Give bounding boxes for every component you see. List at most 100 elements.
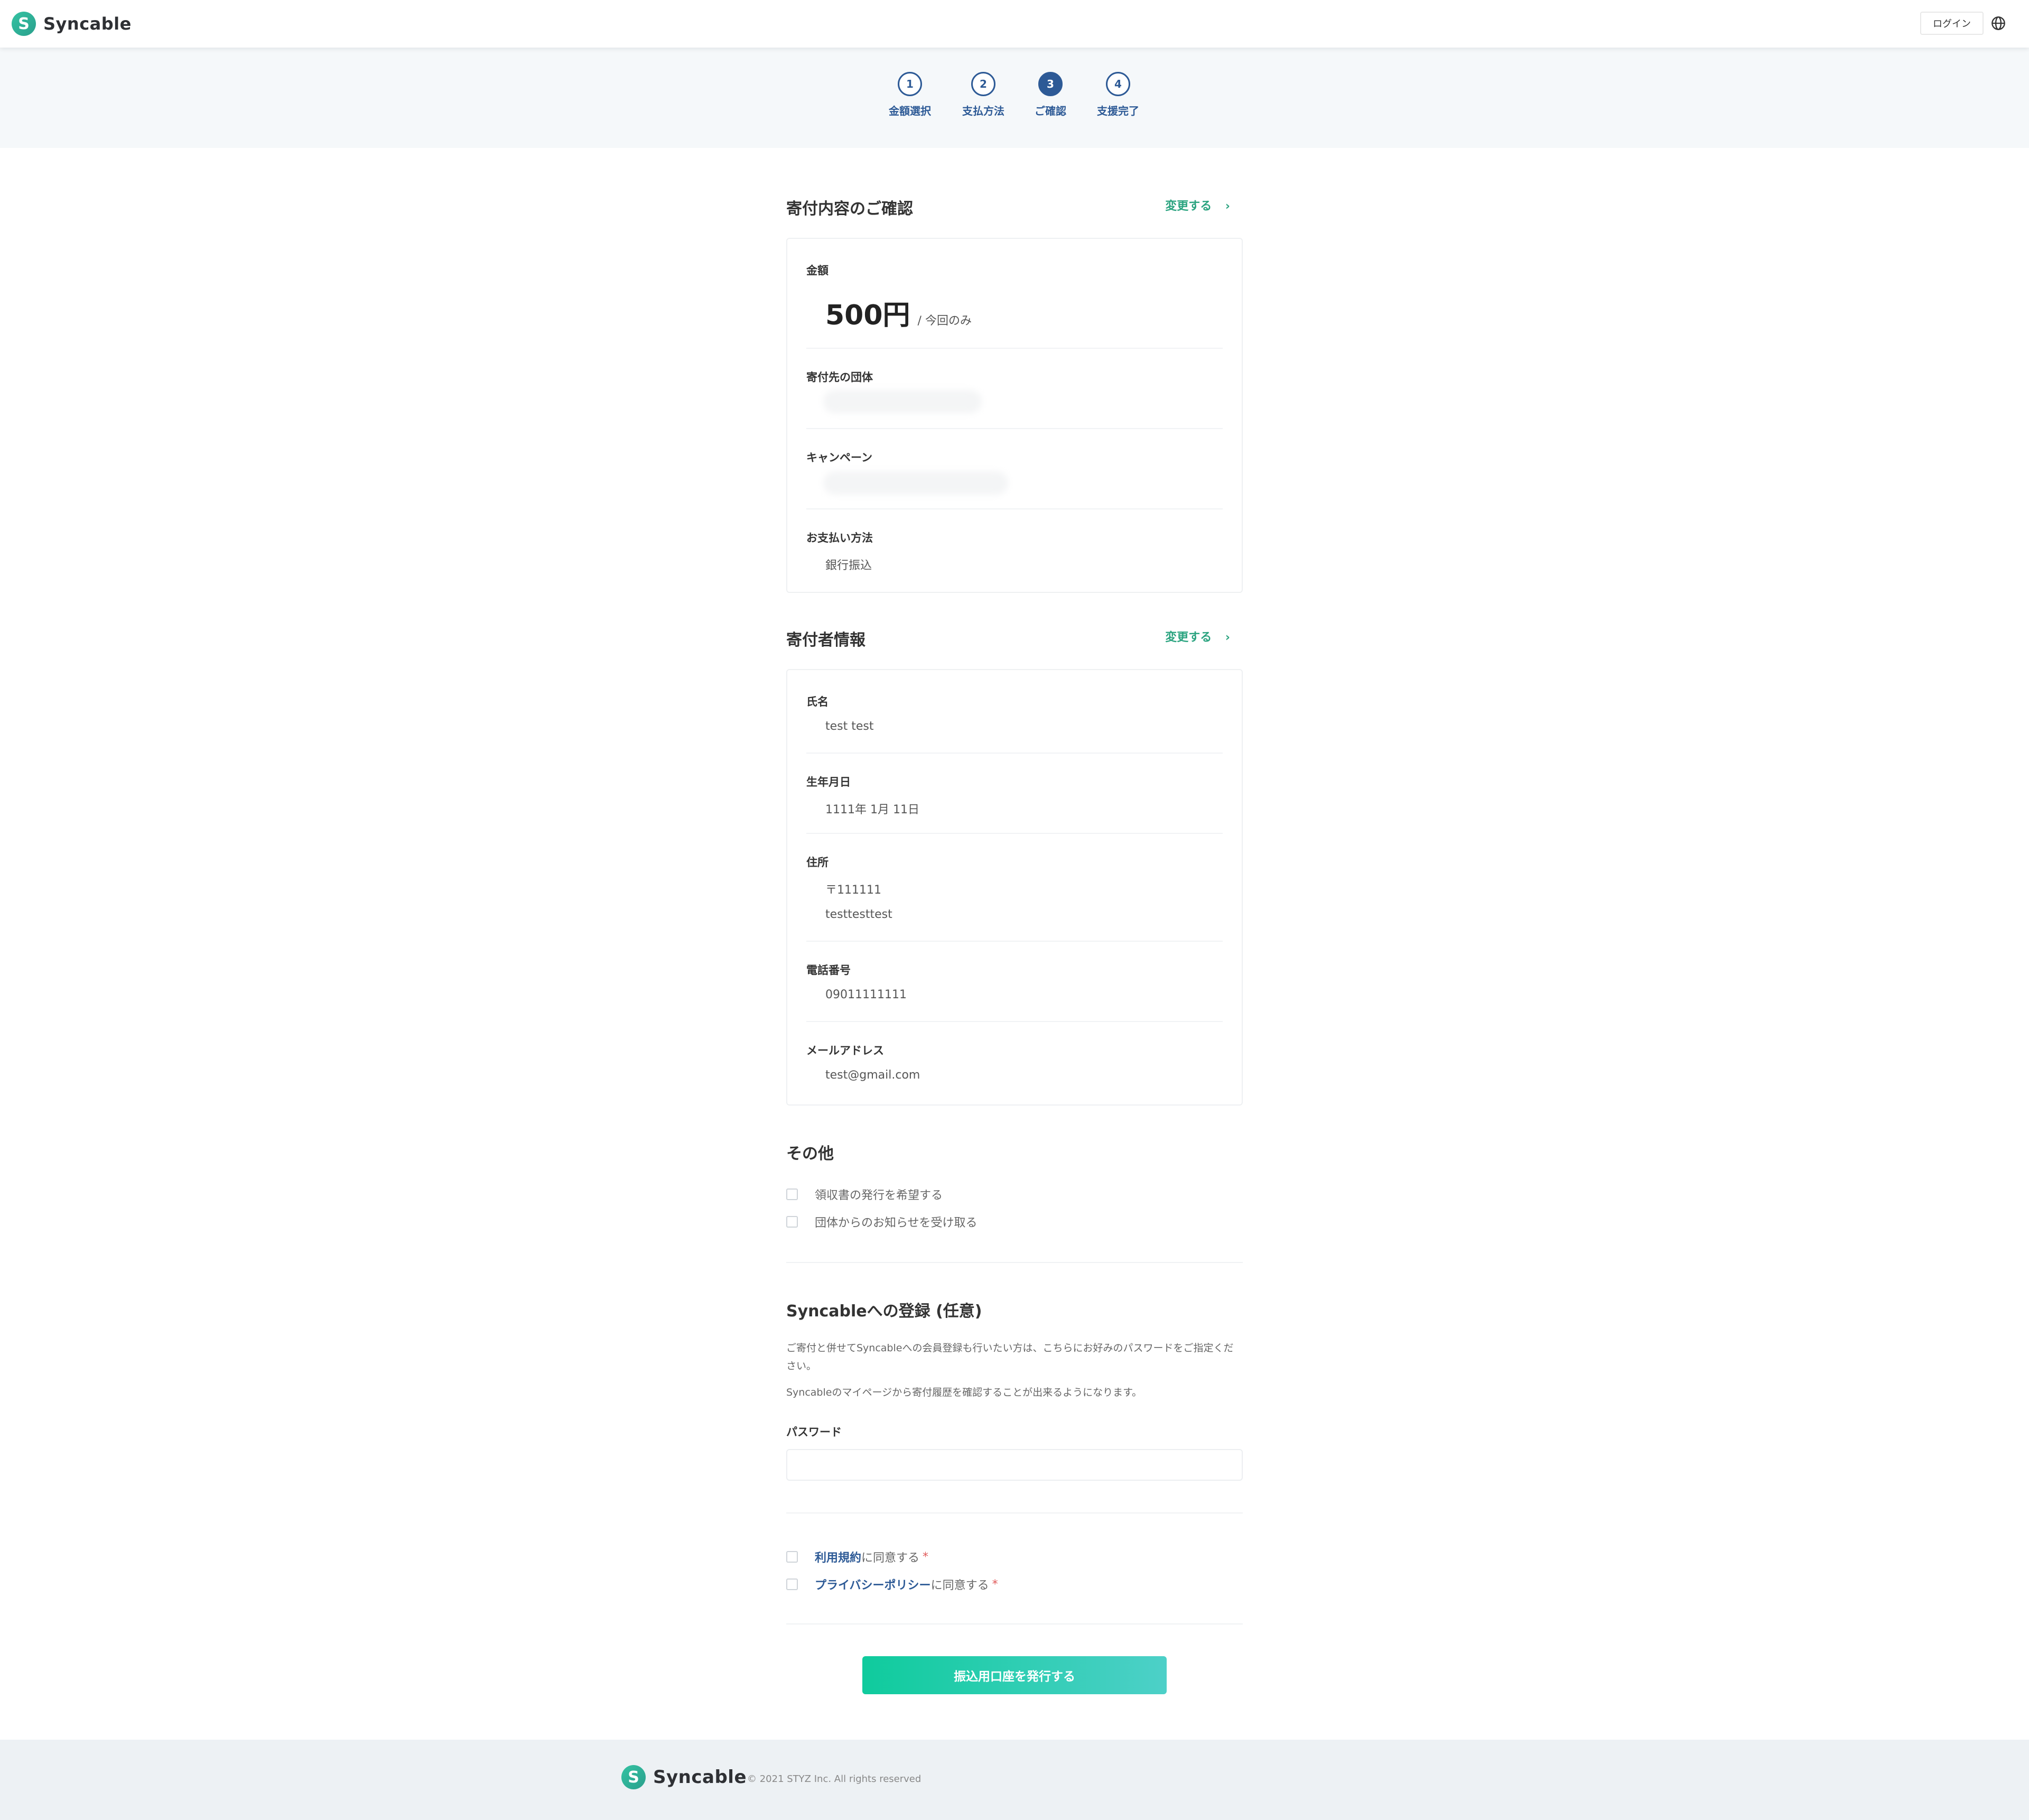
amount-label: 金額 [806,264,829,277]
receipt-option-label: 領収書の発行を希望する [815,1189,943,1202]
address-row: 住所 〒111111 testtesttest [806,854,1223,921]
step-confirm: 3 ご確認 [1019,72,1082,118]
donation-change-link[interactable]: 変更する › [1165,197,1230,213]
step-amount: 1 金額選択 [878,72,942,118]
amount-row: 金額 500円 / 今回のみ [806,262,1223,332]
divider [786,1262,1243,1263]
logo-text: Syncable [43,14,132,34]
step-label: ご確認 [1035,105,1066,117]
birthdate-value: 1111年 1月 11日 [825,803,919,816]
issue-transfer-account-button[interactable]: 振込用口座を発行する [862,1656,1167,1694]
name-value: test test [825,720,874,733]
payment-method-value: 銀行振込 [825,559,872,572]
privacy-policy-link[interactable]: プライバシーポリシー [815,1576,931,1593]
step-number-active: 3 [1038,72,1063,96]
required-mark: * [992,1577,998,1591]
terms-agree-text: に同意する [861,1552,920,1565]
step-payment: 2 支払方法 [952,72,1015,118]
progress-steps: 1 金額選択 2 支払方法 3 ご確認 4 支援完了 [0,48,2029,148]
top-header: S Syncable ログイン [0,0,2029,48]
chevron-right-icon: › [1225,631,1230,644]
register-description-line: Syncableのマイページから寄付履歴を確認することが出来るようになります。 [786,1387,1142,1398]
birthdate-label: 生年月日 [806,776,851,788]
donation-summary-card: 金額 500円 / 今回のみ 寄付先の団体 キャンペーン お支払い方法 銀行振込 [786,238,1243,593]
terms-link[interactable]: 利用規約 [815,1548,861,1565]
address-value: testtesttest [825,908,892,921]
phone-label: 電話番号 [806,964,851,977]
copyright-text: © 2021 STYZ Inc. All rights reserved [747,1773,922,1785]
password-field-group: パスワード [786,1424,1243,1440]
name-label: 氏名 [806,695,829,708]
campaign-value-redacted [823,471,1008,495]
campaign-row: キャンペーン [806,449,1223,465]
organization-value-redacted [823,390,982,413]
footer-logo-text: Syncable [653,1767,747,1788]
privacy-agreement[interactable]: プライバシーポリシー に同意する * [786,1576,998,1593]
phone-row: 電話番号 09011111111 [806,962,1223,1001]
postal-code-value: 〒111111 [825,884,881,897]
privacy-checkbox[interactable] [786,1578,798,1590]
news-checkbox[interactable] [786,1216,798,1228]
step-label: 支払方法 [962,105,1004,117]
register-description: ご寄付と併せてSyncableへの会員登録も行いたい方は、こちらにお好みのパスワ… [786,1339,1243,1401]
login-button[interactable]: ログイン [1920,12,1984,35]
divider [786,1512,1243,1513]
birthdate-row: 生年月日 1111年 1月 11日 [806,774,1223,817]
change-link-label: 変更する [1165,200,1212,213]
step-number: 2 [971,72,995,96]
receipt-checkbox[interactable] [786,1188,798,1200]
donation-section-header: 寄付内容のご確認 変更する › [786,196,1243,218]
payment-method-label: お支払い方法 [806,532,873,544]
change-link-label: 変更する [1165,631,1212,644]
step-label: 金額選択 [889,105,931,117]
password-input[interactable] [786,1449,1243,1481]
amount-value: 500円 [825,300,910,331]
register-description-line: ご寄付と併せてSyncableへの会員登録も行いたい方は、こちらにお好みのパスワ… [786,1342,1234,1372]
donor-section-header: 寄付者情報 変更する › [786,627,1243,649]
terms-checkbox[interactable] [786,1551,798,1563]
footer-logo[interactable]: S Syncable [621,1765,747,1789]
syncable-logo-icon: S [12,12,36,36]
divider [806,508,1223,509]
donor-info-card: 氏名 test test 生年月日 1111年 1月 11日 住所 〒11111… [786,669,1243,1106]
phone-value: 09011111111 [825,988,907,1001]
name-row: 氏名 test test [806,693,1223,733]
divider [806,941,1223,942]
payment-method-row: お支払い方法 銀行振込 [806,530,1223,573]
step-number: 1 [898,72,922,96]
news-option[interactable]: 団体からのお知らせを受け取る [786,1213,978,1230]
divider [806,1021,1223,1022]
syncable-logo[interactable]: S Syncable [12,12,132,36]
other-section-title: その他 [786,1145,834,1163]
register-section-title: Syncableへの登録 (任意) [786,1302,982,1321]
email-value: test@gmail.com [825,1069,920,1082]
divider [806,348,1223,349]
divider [806,753,1223,754]
organization-label: 寄付先の団体 [806,371,873,384]
address-label: 住所 [806,856,829,869]
privacy-agree-text: に同意する [930,1579,989,1592]
syncable-logo-icon: S [621,1765,646,1789]
email-label: メールアドレス [806,1044,884,1057]
register-section-header: Syncableへの登録 (任意) [786,1298,1243,1321]
password-label: パスワード [786,1426,842,1438]
required-mark: * [923,1550,929,1564]
receipt-option[interactable]: 領収書の発行を希望する [786,1186,943,1203]
amount-frequency: / 今回のみ [917,314,972,328]
organization-row: 寄付先の団体 [806,369,1223,385]
step-label: 支援完了 [1097,105,1139,117]
news-option-label: 団体からのお知らせを受け取る [815,1217,978,1230]
divider [806,833,1223,834]
page-footer: S Syncable © 2021 STYZ Inc. All rights r… [0,1740,2029,1820]
globe-icon[interactable] [1991,16,2006,31]
step-number: 4 [1106,72,1130,96]
step-complete: 4 支援完了 [1086,72,1150,118]
divider [786,1623,1243,1624]
other-section-header: その他 [786,1140,1243,1164]
divider [806,428,1223,429]
chevron-right-icon: › [1225,200,1230,213]
email-row: メールアドレス test@gmail.com [806,1042,1223,1082]
terms-agreement[interactable]: 利用規約 に同意する * [786,1548,928,1565]
donor-change-link[interactable]: 変更する › [1165,628,1230,645]
campaign-label: キャンペーン [806,451,872,464]
